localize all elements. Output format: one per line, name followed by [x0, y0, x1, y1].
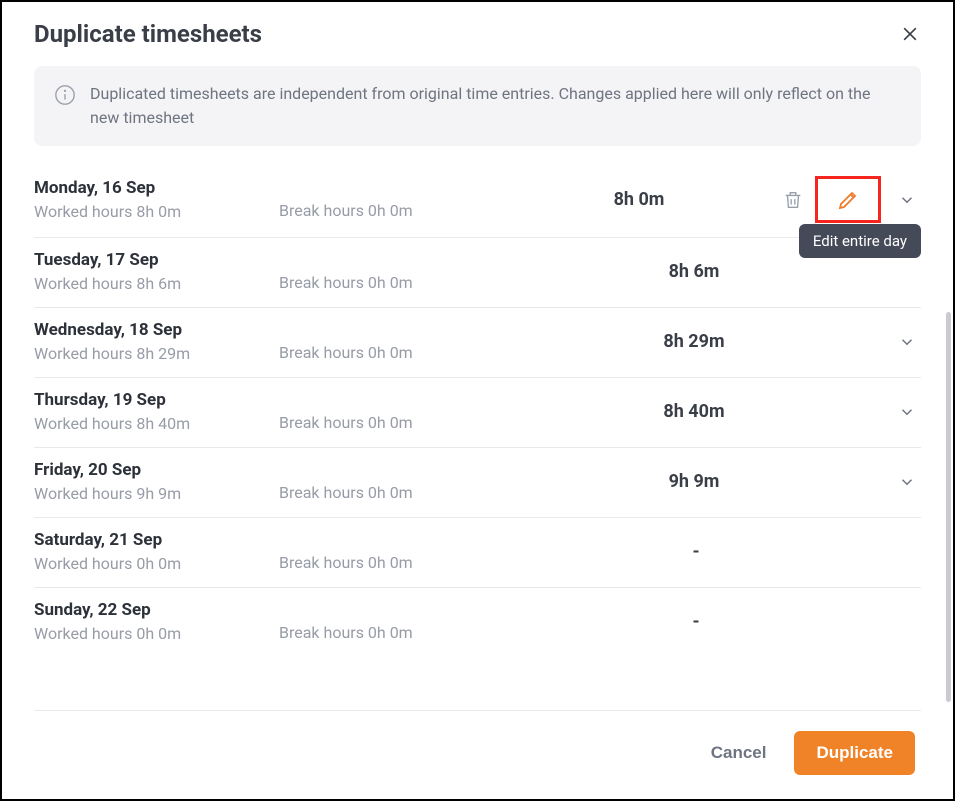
info-icon — [54, 84, 76, 106]
worked-hours-label: Worked hours 8h 40m — [34, 414, 279, 433]
info-banner: Duplicated timesheets are independent fr… — [34, 66, 921, 146]
chevron-down-icon — [898, 191, 916, 209]
day-total: - — [539, 541, 893, 562]
break-hours-label: Break hours 0h 0m — [279, 483, 539, 502]
expand-day-button[interactable] — [893, 186, 921, 214]
day-name: Sunday, 22 Sep — [34, 600, 279, 620]
day-name: Saturday, 21 Sep — [34, 530, 279, 550]
break-hours-label: Break hours 0h 0m — [279, 201, 539, 220]
pencil-icon — [836, 188, 860, 212]
duplicate-timesheets-modal: Duplicate timesheets Duplicated timeshee… — [2, 2, 953, 799]
days-list: Monday, 16 Sep Worked hours 8h 0m Break … — [34, 164, 921, 710]
modal-header: Duplicate timesheets — [34, 20, 921, 48]
close-button[interactable] — [899, 23, 921, 45]
chevron-down-icon — [898, 403, 916, 421]
day-name: Wednesday, 18 Sep — [34, 320, 279, 340]
day-total: 8h 0m — [539, 189, 779, 210]
worked-hours-label: Worked hours 8h 29m — [34, 344, 279, 363]
worked-hours-label: Worked hours 8h 6m — [34, 274, 279, 293]
day-name: Thursday, 19 Sep — [34, 390, 279, 410]
break-hours-label: Break hours 0h 0m — [279, 273, 539, 292]
expand-day-button[interactable] — [893, 398, 921, 426]
break-hours-label: Break hours 0h 0m — [279, 343, 539, 362]
day-total: 8h 29m — [539, 331, 889, 352]
worked-hours-label: Worked hours 0h 0m — [34, 554, 279, 573]
scrollbar[interactable] — [946, 312, 951, 702]
modal-title: Duplicate timesheets — [34, 20, 262, 48]
break-hours-label: Break hours 0h 0m — [279, 553, 539, 572]
day-row: Friday, 20 Sep Worked hours 9h 9m Break … — [34, 448, 921, 518]
day-name: Tuesday, 17 Sep — [34, 250, 279, 270]
day-row: Wednesday, 18 Sep Worked hours 8h 29m Br… — [34, 308, 921, 378]
expand-day-button[interactable] — [893, 468, 921, 496]
trash-icon — [782, 189, 804, 211]
modal-footer: Cancel Duplicate — [34, 710, 921, 799]
day-total: 9h 9m — [539, 471, 889, 492]
chevron-down-icon — [898, 333, 916, 351]
break-hours-label: Break hours 0h 0m — [279, 413, 539, 432]
day-row: Saturday, 21 Sep Worked hours 0h 0m Brea… — [34, 518, 921, 588]
day-name: Friday, 20 Sep — [34, 460, 279, 480]
day-name: Monday, 16 Sep — [34, 178, 279, 198]
worked-hours-label: Worked hours 0h 0m — [34, 624, 279, 643]
day-total: - — [539, 611, 893, 632]
worked-hours-label: Worked hours 8h 0m — [34, 202, 279, 221]
delete-day-button[interactable] — [779, 186, 807, 214]
day-row: Monday, 16 Sep Worked hours 8h 0m Break … — [34, 164, 921, 238]
day-total: 8h 40m — [539, 401, 889, 422]
duplicate-button[interactable]: Duplicate — [794, 731, 915, 775]
close-icon — [900, 24, 920, 44]
chevron-down-icon — [898, 473, 916, 491]
edit-day-tooltip: Edit entire day — [799, 224, 921, 258]
day-total: 8h 6m — [539, 261, 889, 282]
cancel-button[interactable]: Cancel — [711, 743, 767, 763]
day-row: Tuesday, 17 Sep Worked hours 8h 6m Break… — [34, 238, 921, 308]
day-row: Sunday, 22 Sep Worked hours 0h 0m Break … — [34, 588, 921, 657]
edit-day-button[interactable] — [815, 176, 881, 223]
info-text: Duplicated timesheets are independent fr… — [90, 82, 901, 130]
break-hours-label: Break hours 0h 0m — [279, 623, 539, 642]
expand-day-button[interactable] — [893, 328, 921, 356]
day-row: Thursday, 19 Sep Worked hours 8h 40m Bre… — [34, 378, 921, 448]
worked-hours-label: Worked hours 9h 9m — [34, 484, 279, 503]
